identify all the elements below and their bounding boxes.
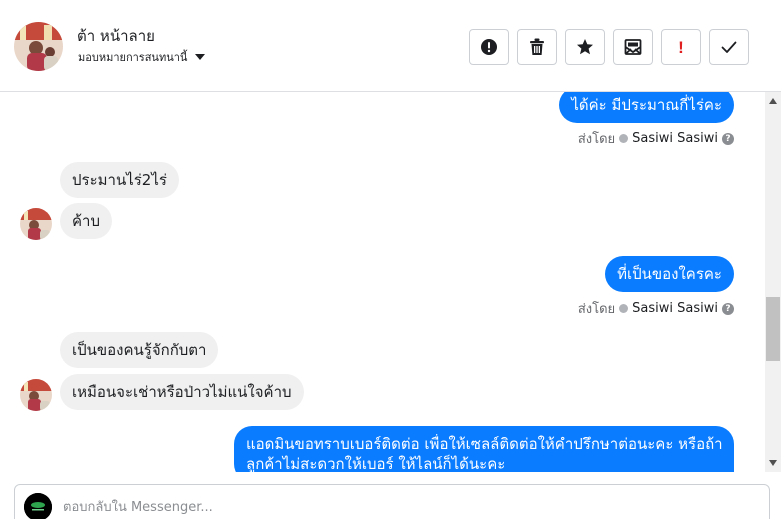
check-icon bbox=[721, 41, 737, 53]
contact-avatar[interactable] bbox=[14, 22, 63, 71]
scroll-up-arrow-icon[interactable] bbox=[769, 98, 777, 104]
delete-button[interactable] bbox=[517, 29, 557, 65]
reply-input[interactable] bbox=[63, 495, 753, 519]
contact-avatar-small bbox=[20, 379, 52, 411]
sent-check-icon bbox=[619, 134, 629, 143]
contact-avatar-image bbox=[14, 22, 63, 71]
message-bubble-outgoing[interactable]: ได้ค่ะ มีประมาณกี่ไร่คะ bbox=[559, 92, 734, 123]
contact-name: ต้า หน้าลาย bbox=[77, 27, 155, 45]
spam-button[interactable] bbox=[469, 29, 509, 65]
sent-by-row: ส่งโดย Sasiwi Sasiwi ? bbox=[578, 298, 734, 319]
page-avatar bbox=[24, 493, 52, 519]
sent-by-label: ส่งโดย bbox=[577, 302, 616, 317]
exclamation-circle-icon bbox=[481, 39, 497, 55]
envelope-icon bbox=[624, 39, 642, 55]
help-icon[interactable]: ? bbox=[722, 302, 734, 315]
help-icon[interactable]: ? bbox=[722, 132, 734, 145]
contact-avatar-image bbox=[20, 208, 52, 240]
chevron-down-icon bbox=[195, 54, 206, 60]
header-toolbar: ! bbox=[469, 29, 749, 65]
contact-avatar-image bbox=[20, 379, 52, 411]
assign-conversation-dropdown[interactable]: มอบหมายการสนทนานี้ bbox=[78, 48, 206, 66]
message-scrollbar[interactable] bbox=[765, 92, 781, 472]
message-bubble-incoming[interactable]: เหมือนจะเช่าหรือป่าวไม่แน่ใจค้าบ bbox=[60, 374, 304, 410]
exclamation-icon: ! bbox=[678, 37, 684, 57]
reply-composer bbox=[14, 484, 770, 519]
page-logo-icon bbox=[24, 493, 52, 519]
sender-name[interactable]: Sasiwi Sasiwi bbox=[632, 301, 718, 316]
scroll-down-arrow-icon[interactable] bbox=[769, 460, 777, 466]
message-line: แอดมินขอทราบเบอร์ติดต่อ เพื่อให้เซลล์ติด… bbox=[246, 435, 722, 453]
scroll-thumb[interactable] bbox=[766, 297, 780, 361]
message-bubble-outgoing[interactable]: แอดมินขอทราบเบอร์ติดต่อ เพื่อให้เซลล์ติด… bbox=[234, 426, 734, 472]
sent-by-row: ส่งโดย Sasiwi Sasiwi ? bbox=[578, 128, 734, 149]
conversation-header: ต้า หน้าลาย มอบหมายการสนทนานี้ ! bbox=[0, 0, 781, 92]
message-bubble-incoming[interactable]: เป็นของคนรู้จักกับตา bbox=[60, 332, 219, 368]
message-bubble-outgoing[interactable]: ที่เป็นของใครคะ bbox=[605, 256, 734, 292]
sender-name[interactable]: Sasiwi Sasiwi bbox=[632, 131, 718, 146]
done-button[interactable] bbox=[709, 29, 749, 65]
message-line: ลูกค้าไม่สะดวกให้เบอร์ ให้ไลน์ก็ได้นะคะ bbox=[246, 455, 506, 472]
sent-check-icon bbox=[619, 304, 629, 313]
star-button[interactable] bbox=[565, 29, 605, 65]
sent-by-label: ส่งโดย bbox=[577, 132, 616, 147]
contact-avatar-small bbox=[20, 208, 52, 240]
mark-unread-button[interactable] bbox=[613, 29, 653, 65]
message-bubble-incoming[interactable]: ค้าบ bbox=[60, 203, 112, 239]
message-thread[interactable]: ได้ค่ะ มีประมาณกี่ไร่คะ ส่งโดย Sasiwi Sa… bbox=[0, 92, 765, 472]
star-icon bbox=[577, 39, 593, 55]
follow-up-button[interactable]: ! bbox=[661, 29, 701, 65]
message-bubble-incoming[interactable]: ประมานไร่2ไร่ bbox=[60, 162, 179, 198]
assign-conversation-label: มอบหมายการสนทนานี้ bbox=[78, 51, 188, 64]
trash-icon bbox=[530, 38, 544, 55]
